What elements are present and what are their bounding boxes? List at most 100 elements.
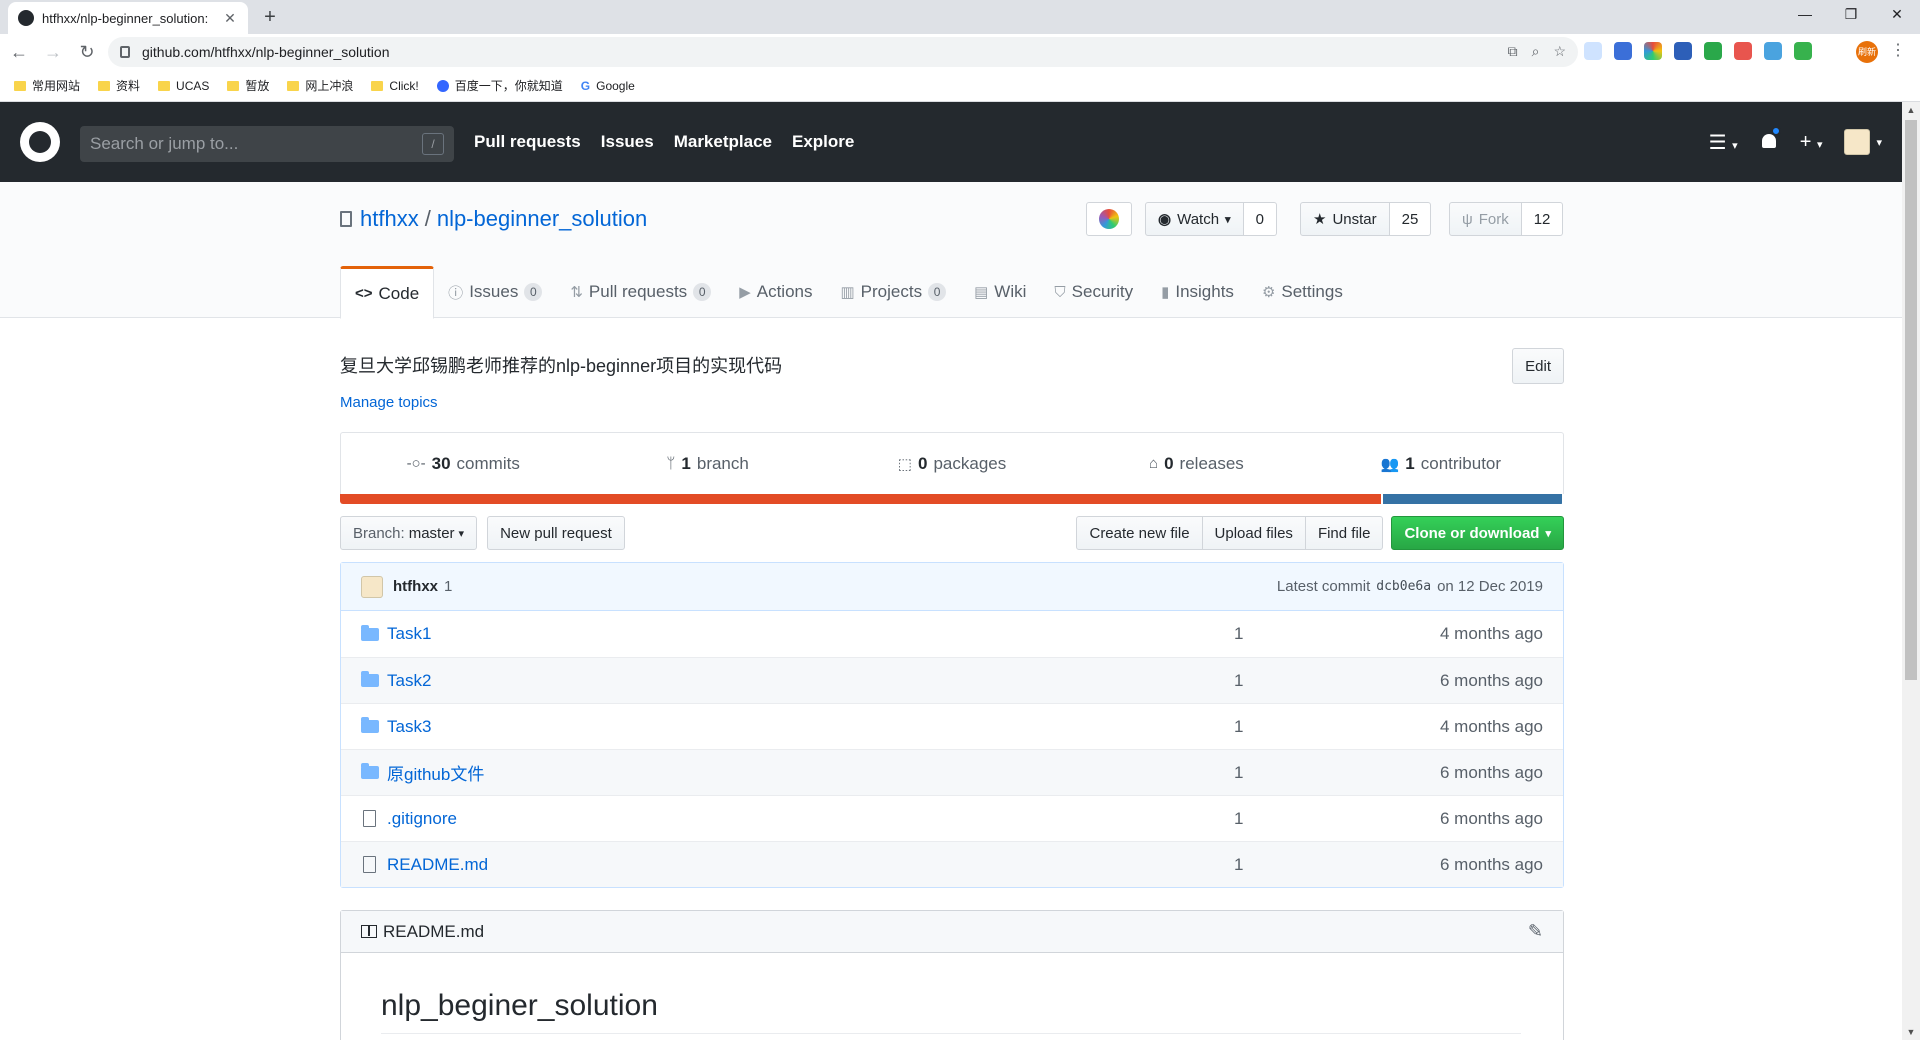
watch-button[interactable]: ◉ Watch ▾	[1145, 202, 1244, 236]
bookmark-item[interactable]: 暂放	[227, 77, 269, 94]
language-bar[interactable]	[340, 494, 1564, 504]
commits-link[interactable]: -○- 30 commits	[341, 433, 585, 494]
repo-name-link[interactable]: nlp-beginner_solution	[437, 206, 647, 232]
watch-count[interactable]: 0	[1243, 202, 1277, 236]
pencil-icon[interactable]: ✎	[1528, 921, 1543, 942]
commit-message-link[interactable]: 1	[1234, 763, 1434, 783]
scrollbar-thumb[interactable]	[1905, 120, 1917, 680]
close-tab-icon[interactable]: ✕	[222, 10, 238, 27]
close-window-button[interactable]: ✕	[1874, 0, 1920, 30]
language-segment[interactable]	[340, 494, 1381, 504]
extension-icon[interactable]	[1794, 42, 1812, 60]
upload-files-button[interactable]: Upload files	[1201, 516, 1306, 550]
notification-bell-icon[interactable]	[1760, 126, 1781, 152]
create-new-file-button[interactable]: Create new file	[1076, 516, 1203, 550]
new-tab-button[interactable]: +	[256, 5, 284, 29]
fork-button[interactable]: ψ Fork	[1449, 202, 1522, 236]
folder-icon	[14, 80, 26, 91]
forward-arrow-icon[interactable]: →	[38, 37, 68, 67]
clone-or-download-button[interactable]: Clone or download ▾	[1391, 516, 1564, 550]
commit-age: 4 months ago	[1439, 624, 1543, 643]
language-segment[interactable]	[1382, 494, 1562, 504]
minimize-button[interactable]: —	[1782, 0, 1828, 30]
tab-settings[interactable]: ⚙ Settings	[1248, 266, 1357, 318]
extension-star-button[interactable]	[1086, 202, 1132, 236]
bookmark-item[interactable]: 网上冲浪	[287, 77, 353, 94]
address-bar[interactable]: github.com/htfhxx/nlp-beginner_solution …	[108, 37, 1578, 67]
fork-count[interactable]: 12	[1521, 202, 1564, 236]
nav-explore[interactable]: Explore	[792, 132, 854, 152]
commit-message-link[interactable]: 1	[1234, 671, 1434, 691]
commit-message-link[interactable]: 1	[444, 578, 452, 595]
file-name-link[interactable]: Task3	[387, 717, 987, 737]
back-arrow-icon[interactable]: ←	[4, 37, 34, 67]
hamburger-menu-icon[interactable]: ☰ ▾	[1709, 130, 1738, 155]
page-scrollbar[interactable]: ▲ ▼	[1902, 102, 1920, 1040]
commit-message-link[interactable]: 1	[1234, 717, 1434, 737]
file-name-link[interactable]: Task2	[387, 671, 987, 691]
file-name-link[interactable]: README.md	[387, 855, 987, 875]
edit-description-button[interactable]: Edit	[1512, 348, 1564, 384]
tab-code[interactable]: <> Code	[340, 266, 435, 319]
browser-tab[interactable]: htfhxx/nlp-beginner_solution: ✕	[8, 2, 248, 34]
scroll-up-arrow-icon[interactable]: ▲	[1902, 102, 1920, 118]
tab-wiki[interactable]: ▤ Wiki	[960, 266, 1040, 318]
search-input[interactable]: Search or jump to... /	[80, 126, 454, 162]
file-name-link[interactable]: 原github文件	[387, 760, 987, 785]
nav-issues[interactable]: Issues	[601, 132, 654, 152]
reload-icon[interactable]: ↻	[72, 37, 102, 67]
bookmark-item[interactable]: 百度一下，你就知道	[436, 77, 563, 94]
commit-message-link[interactable]: 1	[1234, 809, 1434, 829]
restore-button[interactable]: ❐	[1828, 0, 1874, 30]
extension-icon[interactable]	[1734, 42, 1752, 60]
new-pull-request-button[interactable]: New pull request	[487, 516, 625, 550]
avatar[interactable]	[361, 575, 383, 598]
extension-icon[interactable]	[1644, 42, 1662, 60]
profile-avatar[interactable]: 刷新	[1856, 41, 1878, 63]
file-name-link[interactable]: Task1	[387, 624, 987, 644]
translate-icon[interactable]: ⧉	[1508, 43, 1518, 60]
tab-insights[interactable]: ▮ Insights	[1147, 266, 1248, 318]
tab-projects[interactable]: ▥ Projects 0	[826, 266, 960, 318]
zoom-icon[interactable]: ⌕	[1532, 43, 1540, 60]
star-count[interactable]: 25	[1389, 202, 1432, 236]
extension-icon[interactable]	[1704, 42, 1722, 60]
tab-actions[interactable]: ▶ Actions	[725, 266, 826, 318]
repo-owner-link[interactable]: htfhxx	[360, 206, 419, 232]
commit-message-link[interactable]: 1	[1234, 624, 1434, 644]
tab-issues[interactable]: ⓘ Issues 0	[434, 266, 556, 318]
extension-icon[interactable]	[1584, 42, 1602, 60]
create-new-plus-icon[interactable]: + ▾	[1800, 131, 1823, 154]
commit-author-link[interactable]: htfhxx	[393, 578, 438, 595]
bookmark-item[interactable]: UCAS	[158, 79, 209, 93]
bookmark-star-icon[interactable]: ☆	[1553, 43, 1566, 60]
file-name-link[interactable]: .gitignore	[387, 809, 987, 829]
nav-marketplace[interactable]: Marketplace	[674, 132, 772, 152]
commit-sha-link[interactable]: dcb0e6a	[1376, 579, 1431, 594]
browser-menu-icon[interactable]: ⋮	[1890, 40, 1906, 60]
tab-pull-requests[interactable]: ⇅ Pull requests 0	[556, 266, 725, 318]
book-icon	[361, 925, 377, 938]
nav-pull-requests[interactable]: Pull requests	[474, 132, 581, 152]
manage-topics-link[interactable]: Manage topics	[340, 394, 438, 411]
packages-link[interactable]: ⬚ 0 packages	[830, 433, 1074, 494]
bookmark-item[interactable]: G Google	[581, 79, 635, 93]
contributors-link[interactable]: 👥 1 contributor	[1319, 433, 1563, 494]
branch-select-button[interactable]: Branch: master ▾	[340, 516, 478, 550]
unstar-button[interactable]: ★ Unstar	[1300, 202, 1390, 236]
bookmark-item[interactable]: 常用网站	[14, 77, 80, 94]
commit-message-link[interactable]: 1	[1234, 855, 1434, 875]
eye-icon: ◉	[1158, 211, 1172, 228]
scroll-down-arrow-icon[interactable]: ▼	[1902, 1024, 1920, 1040]
tab-security[interactable]: ⛉ Security	[1040, 266, 1147, 318]
bookmark-item[interactable]: 资料	[98, 77, 140, 94]
github-logo-icon[interactable]	[20, 122, 60, 162]
extension-icon[interactable]	[1764, 42, 1782, 60]
branches-link[interactable]: ᛘ 1 branch	[585, 433, 829, 494]
releases-link[interactable]: ⌂ 0 releases	[1074, 433, 1318, 494]
find-file-button[interactable]: Find file	[1304, 516, 1384, 550]
bookmark-item[interactable]: Click!	[371, 79, 419, 93]
user-menu[interactable]: ▾	[1844, 129, 1882, 155]
extension-icon[interactable]	[1614, 42, 1632, 60]
extension-icon[interactable]	[1674, 42, 1692, 60]
